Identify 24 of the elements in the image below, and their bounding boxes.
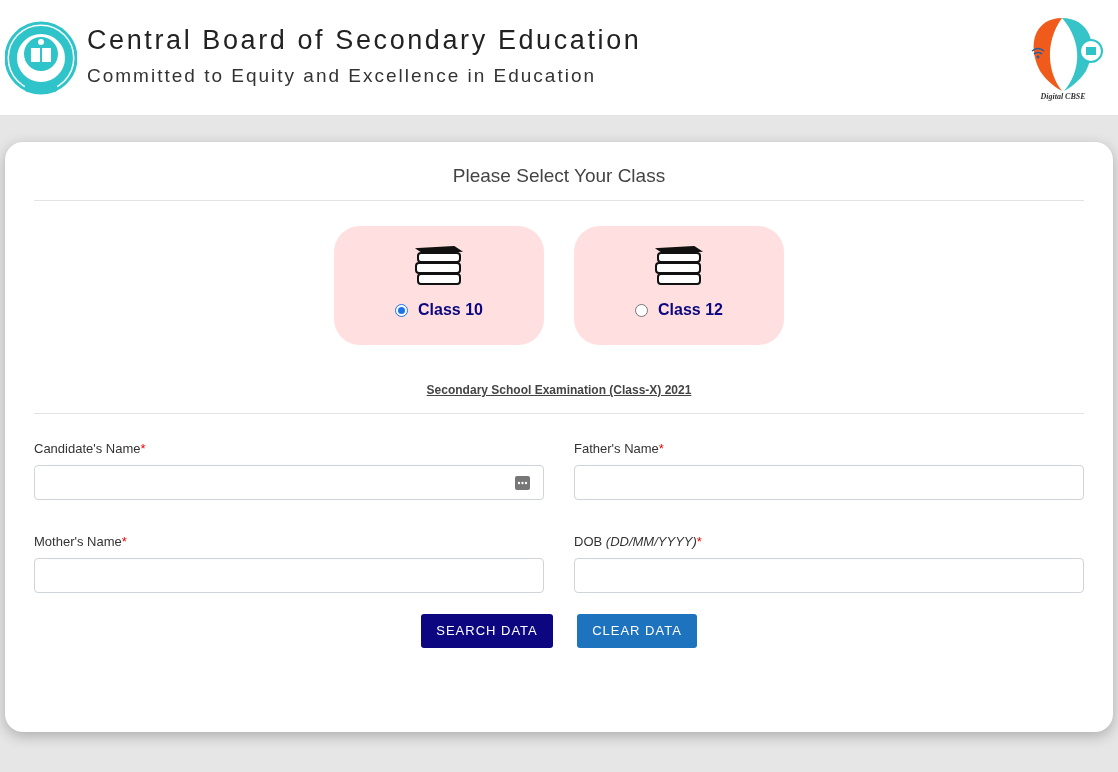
input-field[interactable] [574,558,1084,593]
input-field[interactable] [34,558,544,593]
input-field[interactable] [34,465,544,500]
logo-caption: Digital CBSE [1040,90,1086,103]
site-subtitle: Committed to Equity and Excellence in Education [87,64,598,89]
field-label: Father's Name* [574,441,665,457]
radio-button[interactable] [635,303,649,317]
autofill-icon[interactable] [515,475,530,490]
books-icon [414,246,464,286]
action-button[interactable]: SEARCH DATA [421,614,553,648]
books-icon [654,246,704,286]
exam-caption: Secondary School Examination (Class-X) 2021 [426,382,692,399]
field-label: Candidate's Name* [34,441,147,457]
radio-button[interactable] [395,303,409,317]
class-option[interactable]: Class 10 [334,226,544,345]
field-label: DOB (DD/MM/YYYY)* [574,534,703,550]
input-field[interactable] [574,465,1084,500]
class-label: Class 12 [658,300,723,320]
form-title: Please Select Your Class [451,164,667,188]
site-title: Central Board of Secondary Education [87,24,642,58]
class-label: Class 10 [418,300,483,320]
action-button[interactable]: CLEAR DATA [577,614,697,648]
field-label: Mother's Name* [34,534,128,550]
class-option[interactable]: Class 12 [574,226,784,345]
